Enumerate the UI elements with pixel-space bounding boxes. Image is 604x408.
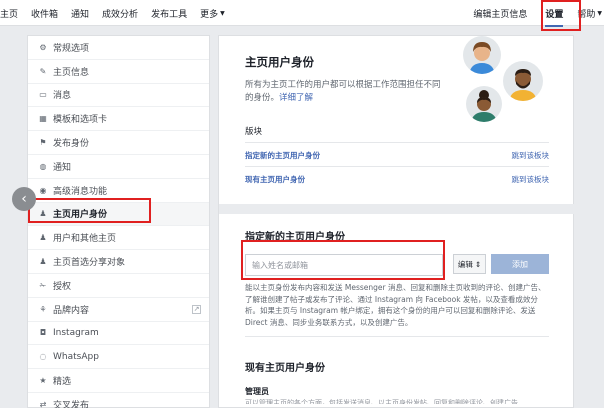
intro-text: 所有为主页工作的用户都可以根据工作范围担任不同的身份。详细了解 — [245, 79, 445, 105]
tab-publishing-tools[interactable]: 发布工具 — [151, 7, 187, 20]
avatar — [466, 86, 502, 122]
sidebar-item-label: 授权 — [53, 281, 72, 292]
role-select-value: 编辑 — [457, 259, 473, 269]
top-navigation-bar: 主页 收件箱 通知 成效分析 发布工具 更多 ▼ 编辑主页信息 设置 帮助 ▼ — [0, 0, 604, 27]
sidebar-item-crossposting[interactable]: ⇄ 交叉发布 — [28, 393, 209, 408]
learn-more-link[interactable]: 详细了解 — [279, 93, 313, 103]
page-title: 主页用户身份 — [245, 55, 314, 69]
sidebar-item-preferred-audience[interactable]: ♟ 主页首选分享对象 — [28, 250, 209, 274]
secondary-tabs: 编辑主页信息 设置 帮助 ▼ — [473, 0, 604, 27]
gear-icon: ⚙ — [39, 42, 47, 52]
sidebar-item-general[interactable]: ⚙ 常规选项 — [28, 36, 209, 60]
updown-chevron-icon: ⇕ — [474, 259, 482, 269]
divider — [245, 142, 549, 143]
section-row-label[interactable]: 指定新的主页用户身份 — [245, 150, 320, 161]
repost-icon: ⇄ — [39, 399, 47, 408]
add-button[interactable]: 添加 — [491, 254, 549, 274]
page-roles-panel: 主页用户身份 所有为主页工作的用户都可以根据工作范围担任不同的身份。详细了解 版… — [218, 35, 575, 408]
grid-icon: ▦ — [39, 114, 47, 124]
sidebar-item-people-and-pages[interactable]: ♟ 用户和其他主页 — [28, 226, 209, 251]
back-arrow-icon[interactable]: ‹ — [12, 187, 36, 211]
sidebar-item-messages[interactable]: ▭ 消息 — [28, 84, 209, 108]
section-row-existing[interactable]: 现有主页用户身份 跳到该板块 — [245, 174, 549, 185]
role-description: 能以主页身份发布内容和发送 Messenger 消息、回复和删除主页收到的评论、… — [245, 283, 546, 327]
handshake-icon: ⚘ — [39, 304, 47, 314]
section-row-label[interactable]: 现有主页用户身份 — [245, 174, 305, 185]
intro-section: 主页用户身份 所有为主页工作的用户都可以根据工作范围担任不同的身份。详细了解 — [245, 54, 445, 105]
jump-to-section-link[interactable]: 跳到该板块 — [512, 150, 550, 161]
avatar — [503, 61, 543, 101]
sidebar-item-label: WhatsApp — [53, 351, 99, 362]
sidebar-item-label: 消息 — [53, 91, 72, 102]
admin-description: 可以管理主页的各个方面，包括发送消息、以主页身份发帖、回复和删除评论、创建广告 — [245, 399, 518, 404]
sidebar-item-label: 常规选项 — [53, 43, 90, 54]
whatsapp-icon: ◌ — [39, 352, 47, 362]
people-icon: ♟ — [39, 257, 47, 267]
sidebar-item-label: 模板和选项卡 — [53, 115, 108, 126]
intro-description: 所有为主页工作的用户都可以根据工作范围担任不同的身份。 — [245, 80, 441, 103]
avatar — [463, 36, 501, 74]
wrench-icon: ✁ — [39, 280, 47, 290]
page-roles-highlight-box — [28, 198, 151, 223]
jump-to-section-link[interactable]: 跳到该板块 — [512, 174, 550, 185]
existing-roles-title: 现有主页用户身份 — [245, 363, 325, 374]
settings-highlight-box — [541, 0, 581, 31]
chat-icon: ◉ — [39, 185, 47, 195]
help-menu[interactable]: 帮助 ▼ — [577, 7, 602, 20]
sidebar-item-instagram[interactable]: ◘ Instagram — [28, 322, 209, 346]
tab-inbox[interactable]: 收件箱 — [31, 7, 58, 20]
sidebar-item-label: 主页首选分享对象 — [53, 258, 126, 269]
star-icon: ★ — [39, 376, 47, 386]
tab-insights[interactable]: 成效分析 — [102, 7, 138, 20]
people-icon: ♟ — [39, 233, 47, 243]
sidebar-item-label: 用户和其他主页 — [53, 234, 117, 245]
tab-more[interactable]: 更多 ▼ — [200, 7, 225, 20]
sidebar-item-whatsapp[interactable]: ◌ WhatsApp — [28, 345, 209, 370]
sidebar-item-label: 交叉发布 — [53, 400, 90, 408]
sidebar-item-label: 精选 — [53, 377, 72, 388]
instagram-icon: ◘ — [39, 328, 47, 338]
sidebar-item-label: Instagram — [53, 327, 99, 338]
external-link-icon[interactable]: ↗ — [192, 304, 201, 314]
caret-down-icon: ▼ — [220, 9, 225, 17]
sidebar-item-page-info[interactable]: ✎ 主页信息 — [28, 60, 209, 84]
sidebar-item-label: 发布身份 — [53, 139, 90, 150]
tab-home[interactable]: 主页 — [0, 7, 18, 20]
tab-more-label: 更多 — [200, 9, 219, 20]
caret-down-icon: ▼ — [597, 9, 602, 17]
tab-notifications[interactable]: 通知 — [71, 7, 89, 20]
sidebar-item-featured[interactable]: ★ 精选 — [28, 369, 209, 393]
section-separator — [219, 204, 575, 214]
sidebar-item-posting-identity[interactable]: ⚑ 发布身份 — [28, 131, 209, 155]
edit-page-info-link[interactable]: 编辑主页信息 — [473, 7, 527, 20]
sidebar-item-branded-content[interactable]: ⚘ 品牌内容 ↗ — [28, 298, 209, 322]
primary-tabs: 主页 收件箱 通知 成效分析 发布工具 更多 ▼ — [0, 0, 238, 26]
sidebar-item-label: 高级消息功能 — [53, 186, 108, 197]
sidebar-item-label: 通知 — [53, 162, 72, 173]
divider — [245, 166, 549, 167]
divider — [245, 336, 549, 337]
message-icon: ▭ — [39, 90, 47, 100]
sections-label: 版块 — [245, 127, 263, 137]
sidebar-item-notifications[interactable]: ◍ 通知 — [28, 155, 209, 179]
pencil-icon: ✎ — [39, 66, 47, 76]
sidebar-item-label: 主页信息 — [53, 67, 90, 78]
section-row-assign[interactable]: 指定新的主页用户身份 跳到该板块 — [245, 150, 549, 161]
sidebar-item-templates-tabs[interactable]: ▦ 模板和选项卡 — [28, 107, 209, 132]
globe-icon: ◍ — [39, 161, 47, 171]
flag-icon: ⚑ — [39, 138, 47, 148]
input-highlight-box — [241, 240, 445, 280]
admin-label: 管理员 — [245, 387, 269, 396]
sidebar-item-authorizations[interactable]: ✁ 授权 — [28, 274, 209, 298]
role-select[interactable]: 编辑 ⇕ — [453, 254, 486, 274]
sidebar-item-label: 品牌内容 — [53, 305, 90, 316]
